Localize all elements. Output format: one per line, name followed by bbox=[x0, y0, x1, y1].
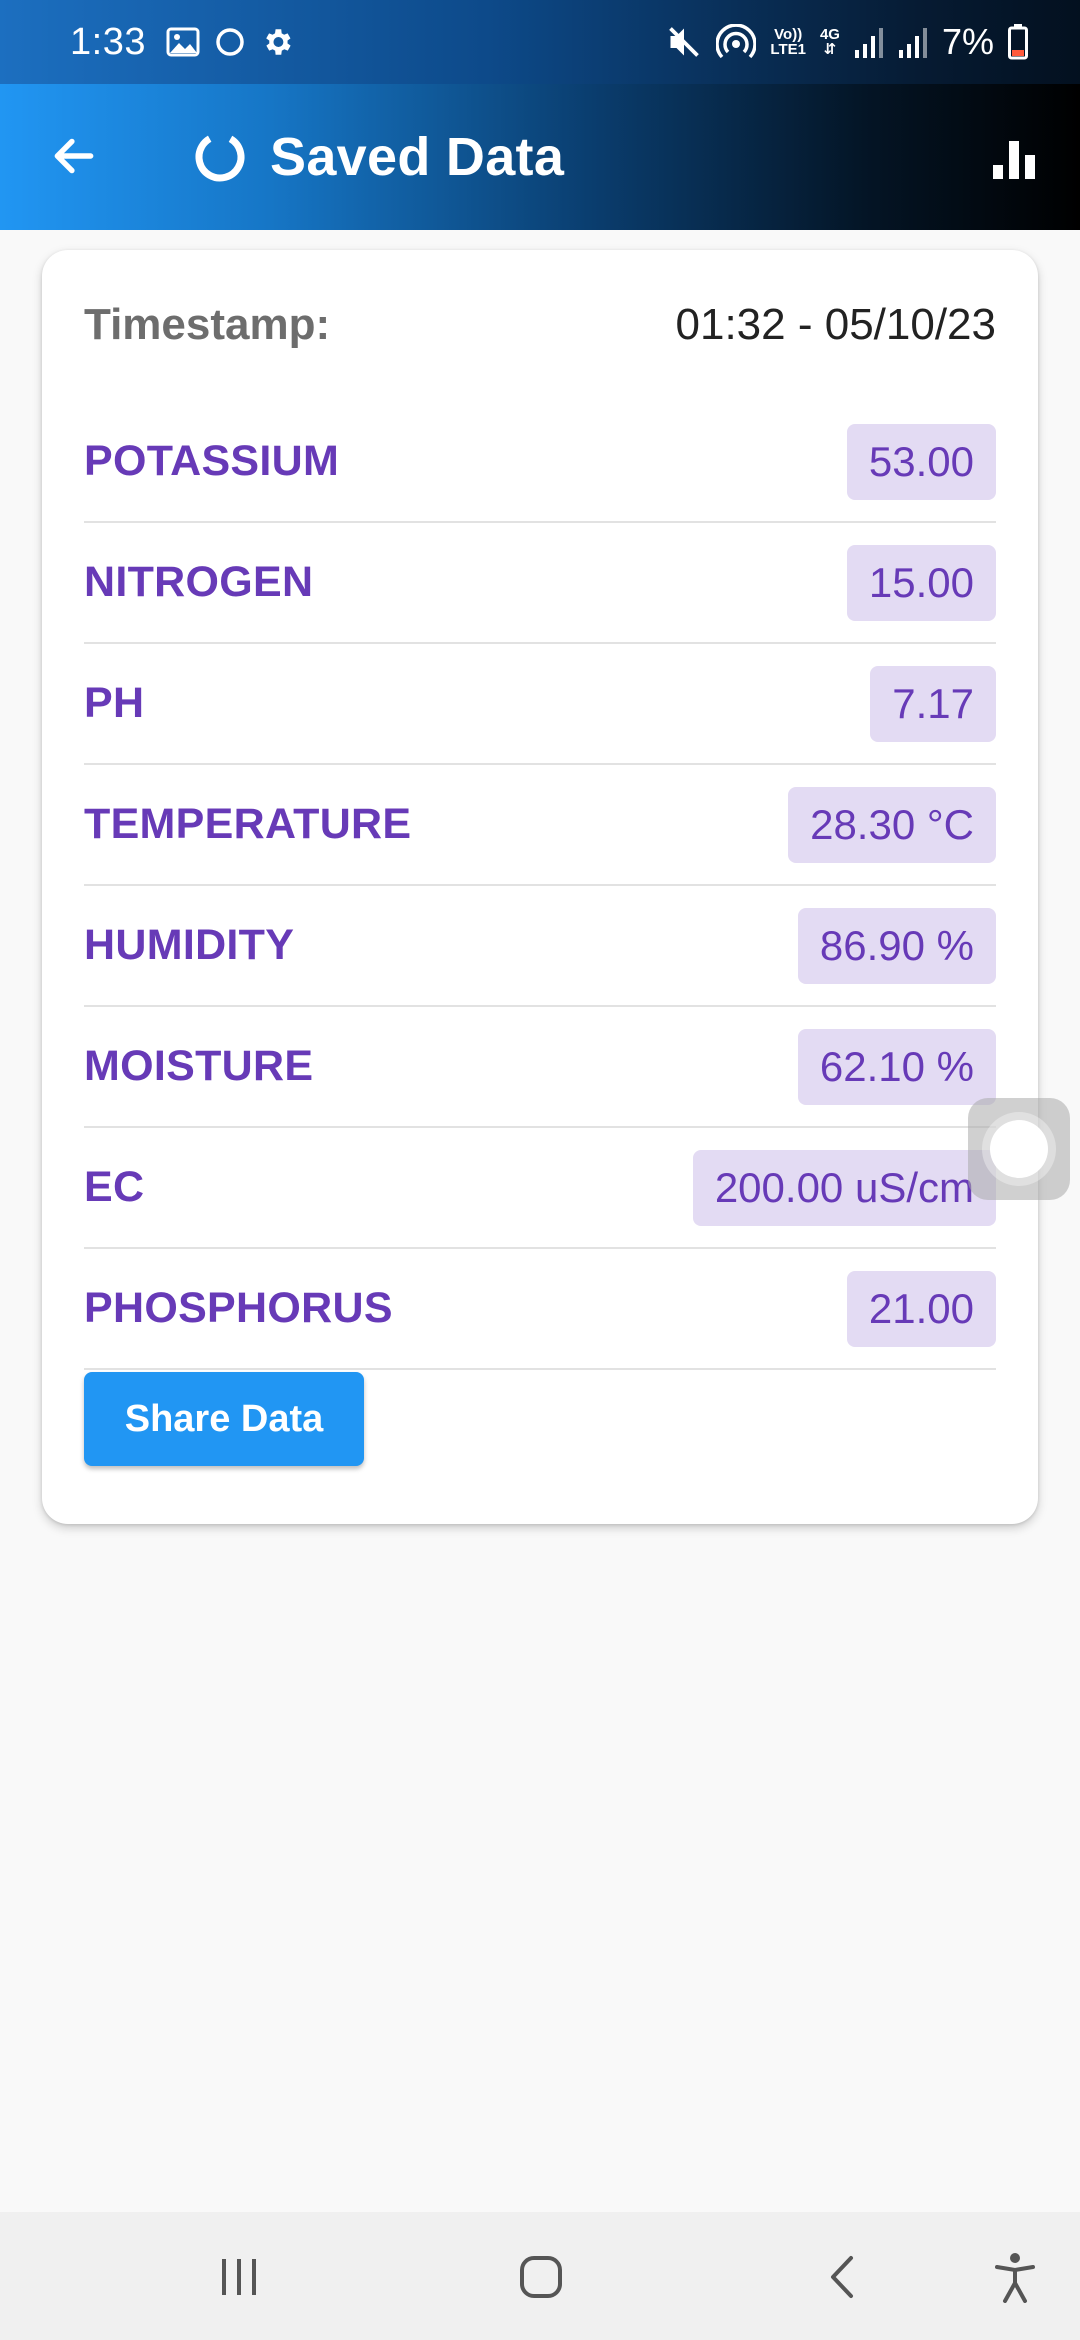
app-bar: Saved Data bbox=[0, 84, 1080, 230]
hotspot-icon bbox=[716, 24, 757, 60]
back-icon bbox=[831, 2256, 853, 2298]
status-time: 1:33 bbox=[70, 20, 146, 63]
saved-data-card: Timestamp: 01:32 - 05/10/23 POTASSIUM 53… bbox=[42, 250, 1038, 1524]
row-value-chip: 28.30 °C bbox=[788, 786, 996, 863]
battery-percent: 7% bbox=[941, 21, 994, 62]
volte-indicator: Vo)) LTE1 bbox=[770, 26, 806, 58]
data-row-humidity: HUMIDITY 86.90 % bbox=[84, 886, 996, 1007]
recent-apps-icon bbox=[222, 2259, 256, 2295]
data-row-potassium: POTASSIUM 53.00 bbox=[84, 402, 996, 523]
back-arrow-icon bbox=[54, 138, 94, 174]
mute-icon bbox=[666, 24, 702, 60]
row-value-chip: 21.00 bbox=[846, 1270, 996, 1347]
nav-back-button[interactable] bbox=[808, 2242, 878, 2312]
timestamp-row: Timestamp: 01:32 - 05/10/23 bbox=[84, 290, 996, 360]
data-row-ec: EC 200.00 uS/cm bbox=[84, 1128, 996, 1249]
home-button[interactable] bbox=[506, 2242, 576, 2312]
row-label: EC bbox=[84, 1163, 145, 1211]
data-row-ph: PH 7.17 bbox=[84, 644, 996, 765]
row-label: MOISTURE bbox=[84, 1042, 314, 1090]
circle-icon bbox=[214, 26, 246, 58]
data-row-temperature: TEMPERATURE 28.30 °C bbox=[84, 765, 996, 886]
row-label: TEMPERATURE bbox=[84, 800, 412, 848]
data-row-moisture: MOISTURE 62.10 % bbox=[84, 1007, 996, 1128]
timestamp-value: 01:32 - 05/10/23 bbox=[675, 300, 996, 349]
loading-ring-icon bbox=[195, 132, 245, 182]
back-button[interactable] bbox=[42, 124, 106, 188]
share-data-button[interactable]: Share Data bbox=[84, 1372, 364, 1466]
navigation-bar bbox=[0, 2212, 1080, 2340]
signal-icon bbox=[854, 26, 884, 58]
timestamp-label: Timestamp: bbox=[84, 300, 331, 349]
recent-apps-button[interactable] bbox=[204, 2242, 274, 2312]
bar-chart-icon bbox=[993, 141, 1035, 179]
accessibility-button[interactable] bbox=[980, 2242, 1050, 2312]
data-row-phosphorus: PHOSPHORUS 21.00 bbox=[84, 1249, 996, 1370]
row-value-chip: 53.00 bbox=[846, 423, 996, 500]
gallery-icon bbox=[166, 27, 200, 57]
row-value-chip: 7.17 bbox=[870, 665, 996, 742]
row-label: POTASSIUM bbox=[84, 437, 340, 485]
chart-button[interactable] bbox=[984, 128, 1044, 188]
row-label: HUMIDITY bbox=[84, 921, 295, 969]
row-label: NITROGEN bbox=[84, 558, 314, 606]
signal-icon bbox=[898, 26, 928, 58]
home-icon bbox=[520, 2256, 562, 2298]
row-label: PH bbox=[84, 679, 145, 727]
page-title: Saved Data bbox=[270, 127, 565, 187]
title-group: Saved Data bbox=[192, 122, 564, 192]
network-type: 4G ⇵ bbox=[819, 26, 840, 58]
data-row-nitrogen: NITROGEN 15.00 bbox=[84, 523, 996, 644]
status-bar: 1:33 Vo)) LTE1 4G ⇵ 7% bbox=[0, 0, 1080, 84]
accessibility-icon bbox=[995, 2253, 1035, 2303]
row-value-chip: 15.00 bbox=[846, 544, 996, 621]
row-value-chip: 86.90 % bbox=[797, 907, 996, 984]
row-value-chip: 62.10 % bbox=[797, 1028, 996, 1105]
battery-low-icon bbox=[1008, 24, 1028, 60]
assistive-touch-dot bbox=[990, 1120, 1048, 1178]
row-value-chip: 200.00 uS/cm bbox=[692, 1149, 996, 1226]
data-list: POTASSIUM 53.00 NITROGEN 15.00 PH 7.17 T… bbox=[84, 402, 996, 1370]
settings-gear-icon bbox=[260, 25, 294, 59]
assistive-touch-button[interactable] bbox=[968, 1098, 1070, 1200]
row-label: PHOSPHORUS bbox=[84, 1284, 393, 1332]
